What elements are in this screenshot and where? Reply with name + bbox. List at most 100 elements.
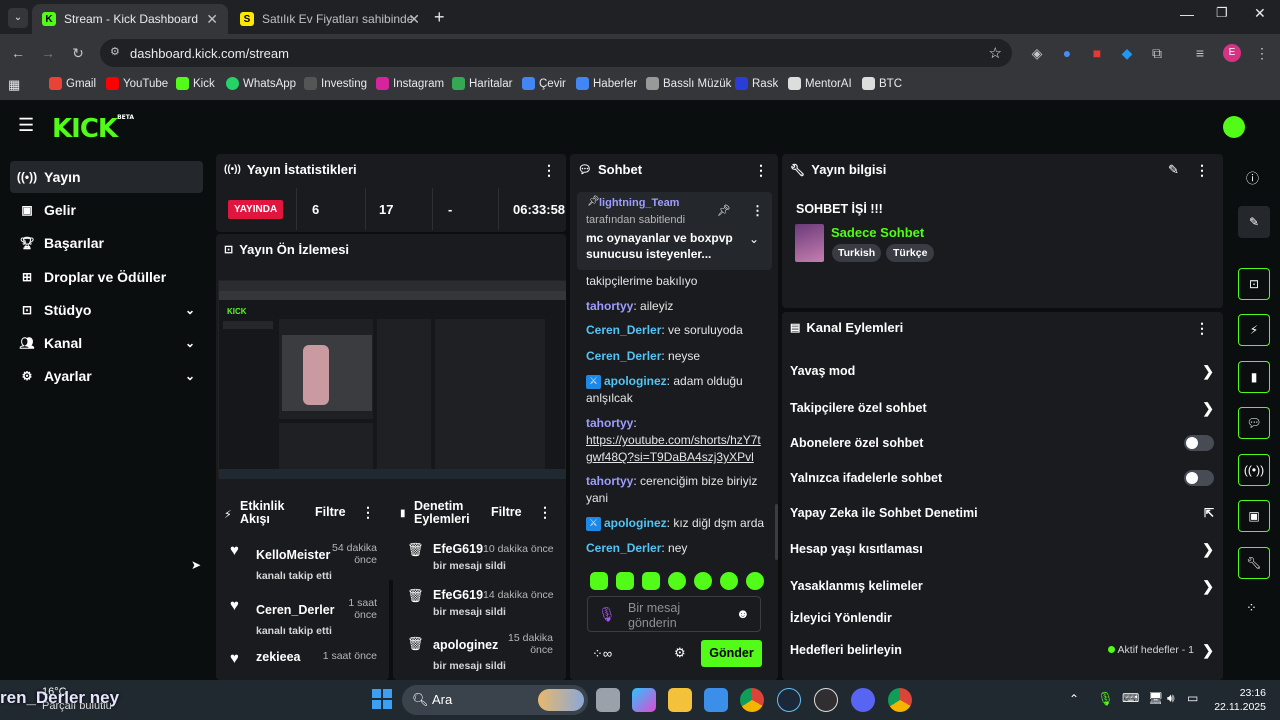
unpin-icon[interactable]: 📌︎: [717, 204, 731, 217]
tab-kick-dashboard[interactable]: K Stream - Kick Dashboard ✕: [32, 4, 228, 34]
activity-filter-button[interactable]: Filtre: [315, 505, 346, 519]
reading-list-icon[interactable]: ≡: [1190, 43, 1210, 63]
emote-icon[interactable]: [694, 572, 712, 590]
battery-icon[interactable]: ▭: [1187, 691, 1198, 705]
keyboard-icon[interactable]: ⌨: [1122, 691, 1139, 705]
tray-chevron-icon[interactable]: ⌃: [1069, 692, 1079, 706]
bookmark-haberler[interactable]: Haberler: [576, 77, 637, 90]
rail-more-icon[interactable]: ⁘: [1246, 600, 1257, 616]
bookmark-btc[interactable]: BTC: [862, 77, 902, 90]
set-goals-row[interactable]: Hedefleri belirleyin Aktif hedefler - 1 …: [790, 635, 1220, 665]
chrome-icon[interactable]: [740, 688, 764, 712]
more-options-icon[interactable]: ⋮: [1195, 162, 1209, 179]
discord-icon[interactable]: [851, 688, 875, 712]
rail-preview-button[interactable]: ⊡: [1238, 268, 1270, 300]
rail-moderation-button[interactable]: ▮: [1238, 361, 1270, 393]
extension-translate-icon[interactable]: ●: [1057, 43, 1077, 63]
more-options-icon[interactable]: ⋮: [1195, 320, 1209, 337]
followers-only-row[interactable]: Takipçilere özel sohbet ❯: [790, 393, 1220, 423]
send-button[interactable]: Gönder: [701, 640, 762, 667]
extension-red-icon[interactable]: ■: [1087, 43, 1107, 63]
category-link[interactable]: Sadece Sohbet: [831, 225, 924, 240]
nav-gelir[interactable]: ▣ Gelir: [10, 194, 203, 226]
bookmark-youtube[interactable]: YouTube: [106, 77, 168, 90]
emote-only-toggle[interactable]: [1184, 470, 1214, 486]
emoji-picker-icon[interactable]: ☻: [736, 606, 750, 621]
microphone-tray-icon[interactable]: 🎙︎: [1097, 691, 1114, 707]
bookmark-whatsapp[interactable]: WhatsApp: [226, 77, 296, 90]
steam-icon[interactable]: [777, 688, 801, 712]
chevron-down-icon[interactable]: ⌄: [749, 232, 759, 246]
extension-blue-icon[interactable]: ◆: [1117, 43, 1137, 63]
rail-edit-button[interactable]: ✎: [1238, 206, 1270, 238]
close-tab-icon[interactable]: ✕: [408, 11, 420, 28]
browser-menu-icon[interactable]: ⋮: [1252, 43, 1272, 63]
bookmark-instagram[interactable]: Instagram: [376, 77, 444, 90]
microphone-icon[interactable]: 🎙︎: [598, 606, 616, 623]
taskbar-search[interactable]: 🔍︎ Ara: [402, 685, 588, 715]
copilot-icon[interactable]: [632, 688, 656, 712]
rail-chat-button[interactable]: 💬︎: [1238, 407, 1270, 439]
rail-video-button[interactable]: ▣: [1238, 500, 1270, 532]
window-close-icon[interactable]: ✕: [1254, 5, 1266, 22]
info-icon[interactable]: ⓘ: [1246, 168, 1259, 187]
chrome-profile-icon[interactable]: [888, 688, 912, 712]
nav-kanal[interactable]: 👥︎ Kanal ⌄: [10, 327, 203, 359]
bookmark-star-icon[interactable]: ☆: [989, 44, 1002, 62]
nav-yayin[interactable]: ((•)) Yayın: [10, 161, 203, 193]
network-icon[interactable]: 🖥︎: [1148, 691, 1163, 705]
tab-sahibinden[interactable]: S Satılık Ev Fiyatları sahibinden.co ✕: [230, 4, 430, 34]
moderation-filter-button[interactable]: Filtre: [491, 505, 522, 519]
bookmark-rask[interactable]: Rask: [735, 77, 778, 90]
ai-moderation-row[interactable]: Yapay Zeka ile Sohbet Denetimi ⇱: [790, 498, 1220, 528]
kick-logo[interactable]: KICKBETA: [52, 114, 134, 144]
tag-chip[interactable]: Turkish: [832, 244, 882, 262]
bookmark-mentorai[interactable]: MentorAI: [788, 77, 852, 90]
volume-icon[interactable]: 🔊︎: [1167, 691, 1175, 706]
edit-pencil-icon[interactable]: ✎: [1168, 162, 1179, 178]
hamburger-menu-icon[interactable]: ☰: [18, 115, 34, 136]
pinned-message[interactable]: 📌︎ lightning_Team tarafından sabitlendi …: [577, 192, 772, 270]
back-icon[interactable]: ←: [8, 43, 28, 63]
chat-scrollbar[interactable]: [775, 504, 778, 560]
new-tab-icon[interactable]: +: [434, 7, 445, 28]
slow-mode-row[interactable]: Yavaş mod ❯: [790, 356, 1220, 386]
bookmark-gmail[interactable]: Gmail: [49, 77, 96, 90]
nav-ayarlar[interactable]: ⚙ Ayarlar ⌄: [10, 360, 203, 392]
nav-basarilar[interactable]: 🏆︎ Başarılar: [10, 227, 203, 259]
emote-icon[interactable]: [668, 572, 686, 590]
nav-studyo[interactable]: ⊡ Stüdyo ⌄: [10, 294, 203, 326]
site-info-icon[interactable]: ⚙: [110, 45, 120, 58]
banned-words-row[interactable]: Yasaklanmış kelimeler ❯: [790, 571, 1220, 601]
bookmark-cevir[interactable]: Çevir: [522, 77, 566, 90]
profile-avatar[interactable]: E: [1223, 44, 1241, 62]
file-explorer-icon[interactable]: [668, 688, 692, 712]
task-view-icon[interactable]: [596, 688, 620, 712]
start-icon[interactable]: [372, 689, 392, 709]
pinned-more-icon[interactable]: ⋮: [751, 203, 764, 219]
more-options-icon[interactable]: ⋮: [361, 504, 375, 521]
category-thumbnail[interactable]: [795, 224, 824, 262]
emote-icon[interactable]: [746, 572, 764, 590]
tab-search-icon[interactable]: ⌄: [8, 8, 28, 28]
nav-droplar[interactable]: ⊞ Droplar ve Ödüller: [10, 261, 203, 293]
extensions-puzzle-icon[interactable]: ⧉: [1147, 43, 1167, 63]
extension-shield-icon[interactable]: ◈: [1027, 43, 1047, 63]
rail-tools-button[interactable]: 🔧︎: [1238, 547, 1270, 579]
bookmark-bassli-muzik[interactable]: Basslı Müzük: [646, 77, 731, 90]
emote-icon[interactable]: [720, 572, 738, 590]
rail-stats-button[interactable]: ((•)): [1238, 454, 1270, 486]
close-tab-icon[interactable]: ✕: [206, 11, 218, 28]
chat-input[interactable]: 🎙︎ Bir mesaj gönderin ☻: [587, 596, 761, 632]
apps-grid-icon[interactable]: ▦: [8, 77, 20, 93]
address-bar[interactable]: ⚙ dashboard.kick.com/stream ☆: [100, 39, 1012, 67]
more-options-icon[interactable]: ⋮: [754, 162, 768, 179]
subscribers-only-toggle[interactable]: [1184, 435, 1214, 451]
emote-icon[interactable]: [590, 572, 608, 590]
account-age-row[interactable]: Hesap yaşı kısıtlaması ❯: [790, 534, 1220, 564]
more-options-icon[interactable]: ⋮: [542, 162, 556, 179]
emote-icon[interactable]: [642, 572, 660, 590]
user-avatar[interactable]: [1223, 116, 1245, 138]
chat-settings-icon[interactable]: ⚙: [674, 645, 686, 661]
chat-tools-icon[interactable]: ⁘∞: [592, 646, 612, 662]
